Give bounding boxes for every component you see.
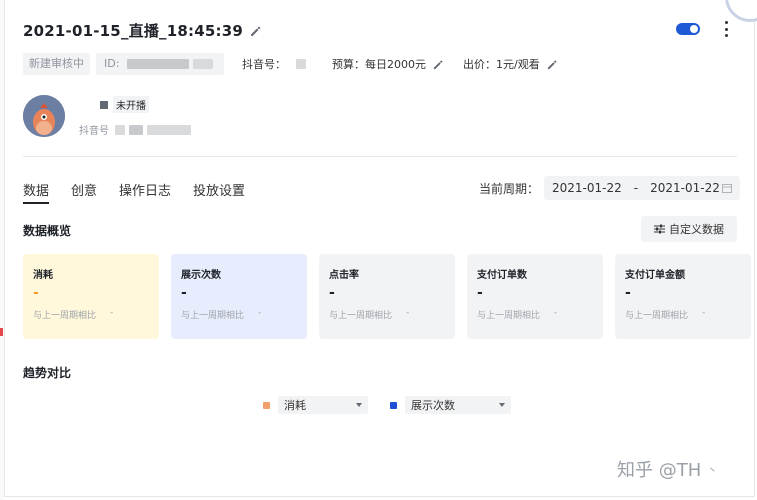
compare-value: -: [702, 308, 706, 318]
compare-value: -: [110, 308, 114, 318]
more-options-icon[interactable]: [723, 21, 729, 37]
metric-1-swatch: [263, 401, 270, 409]
card-value: -: [181, 285, 187, 301]
metric-cards: 消耗 - 与上一周期相比 - 展示次数 - 与上一周期相比 - 点击率 - 与上…: [23, 254, 751, 339]
tab-operation-log[interactable]: 操作日志: [119, 180, 171, 202]
redacted-douyin: [296, 59, 306, 69]
compare-value: -: [258, 308, 262, 318]
live-status-text: 未开播: [113, 96, 149, 113]
metric-1-select[interactable]: 消耗: [278, 396, 368, 414]
card-title: 展示次数: [181, 270, 221, 281]
ad-detail-panel: 2021-01-15_直播_18:45:39 新建审核中 ID: 抖音号： 预算…: [4, 0, 757, 497]
plan-title: 2021-01-15_直播_18:45:39: [23, 22, 243, 40]
chevron-down-icon: [499, 403, 505, 407]
redacted-id: [127, 59, 190, 69]
tab-delivery-settings[interactable]: 投放设置: [193, 180, 245, 202]
douyin-account-meta: 抖音号：: [242, 56, 306, 72]
tab-bar: 数据 创意 操作日志 投放设置: [23, 180, 267, 204]
card-value: -: [329, 285, 335, 301]
compare-value: -: [554, 308, 558, 318]
budget-text: 预算：每日2000元: [332, 58, 426, 71]
metric-card-spend[interactable]: 消耗 - 与上一周期相比 -: [23, 254, 159, 339]
compare-label: 与上一周期相比: [477, 311, 541, 321]
date-range-picker[interactable]: 2021-01-22 - 2021-01-22: [544, 176, 741, 200]
id-label: ID:: [104, 57, 120, 70]
tab-data[interactable]: 数据: [23, 180, 50, 204]
metric-1-label: 消耗: [284, 399, 306, 412]
calendar-icon: [722, 184, 733, 193]
bid-text: 出价：1元/观看: [463, 58, 540, 71]
corner-decoration: [725, 0, 757, 22]
bid-meta: 出价：1元/观看: [463, 56, 557, 72]
card-compare: 与上一周期相比 -: [625, 308, 741, 321]
redacted-douyin-id-1: [115, 124, 125, 135]
edit-budget-icon[interactable]: [432, 59, 443, 70]
meta-row: 新建审核中 ID: 抖音号： 预算：每日2000元 出价：1元/观看: [23, 53, 557, 75]
douyin-id-row: 抖音号: [79, 122, 191, 137]
plan-enable-toggle[interactable]: [676, 23, 700, 35]
card-value: -: [625, 285, 631, 301]
trend-title: 趋势对比: [23, 366, 72, 380]
plan-id-field: ID:: [96, 53, 224, 75]
compare-value: -: [406, 308, 410, 318]
metric-card-impressions[interactable]: 展示次数 - 与上一周期相比 -: [171, 254, 307, 339]
redacted-douyin-id-2: [129, 124, 143, 135]
overview-title: 数据概览: [23, 224, 72, 238]
douyin-label: 抖音号：: [242, 58, 286, 71]
start-date: 2021-01-22: [552, 181, 622, 195]
period-selector: 当前周期： 2021-01-22 - 2021-01-22: [479, 176, 741, 200]
card-compare: 与上一周期相比 -: [33, 308, 149, 321]
watermark-text: 知乎 @TH: [617, 460, 702, 481]
card-value: -: [477, 285, 483, 301]
trend-metric-2: 展示次数: [390, 396, 511, 414]
metric-2-label: 展示次数: [411, 399, 455, 412]
card-title: 支付订单数: [477, 270, 527, 281]
toggle-knob: [690, 25, 698, 33]
compare-label: 与上一周期相比: [33, 311, 97, 321]
avatar-chicken-icon: [23, 95, 65, 137]
watermark-suffix: 丶: [707, 465, 718, 477]
trend-metric-1: 消耗: [263, 396, 368, 414]
watermark: 知乎 @TH 丶: [617, 456, 717, 482]
custom-data-label: 自定义数据: [669, 223, 724, 236]
compare-label: 与上一周期相比: [181, 311, 245, 321]
metric-card-ctr[interactable]: 点击率 - 与上一周期相比 -: [319, 254, 455, 339]
title-row: 2021-01-15_直播_18:45:39: [23, 20, 261, 41]
status-dot: [100, 100, 108, 109]
edit-bid-icon[interactable]: [546, 59, 557, 70]
budget-meta: 预算：每日2000元: [332, 56, 443, 72]
custom-data-button[interactable]: 自定义数据: [641, 216, 737, 242]
card-title: 支付订单金额: [625, 270, 685, 281]
avatar: [23, 95, 65, 137]
metric-card-order-amount[interactable]: 支付订单金额 - 与上一周期相比 -: [615, 254, 751, 339]
compare-label: 与上一周期相比: [329, 311, 393, 321]
status-badge: 新建审核中: [23, 53, 90, 75]
chevron-down-icon: [356, 403, 362, 407]
redacted-douyin-id-3: [147, 124, 191, 135]
metric-2-swatch: [390, 401, 397, 409]
date-separator: -: [633, 181, 639, 195]
metric-2-select[interactable]: 展示次数: [405, 396, 511, 414]
redacted-id-tail: [193, 59, 214, 69]
period-label: 当前周期：: [479, 181, 540, 196]
metric-card-orders[interactable]: 支付订单数 - 与上一周期相比 -: [467, 254, 603, 339]
sliders-icon: [654, 224, 665, 234]
card-compare: 与上一周期相比 -: [329, 308, 445, 321]
card-compare: 与上一周期相比 -: [181, 308, 297, 321]
compare-label: 与上一周期相比: [625, 311, 689, 321]
end-date: 2021-01-22: [650, 181, 720, 195]
tab-creative[interactable]: 创意: [71, 180, 97, 202]
left-edge-marker: [0, 328, 3, 336]
card-title: 点击率: [329, 270, 359, 281]
card-compare: 与上一周期相比 -: [477, 308, 593, 321]
header-divider: [23, 156, 737, 157]
edit-title-icon[interactable]: [249, 25, 261, 37]
card-value: -: [33, 285, 39, 301]
card-title: 消耗: [33, 270, 53, 281]
douyin-id-label: 抖音号: [79, 126, 109, 137]
live-status: 未开播: [100, 96, 149, 113]
